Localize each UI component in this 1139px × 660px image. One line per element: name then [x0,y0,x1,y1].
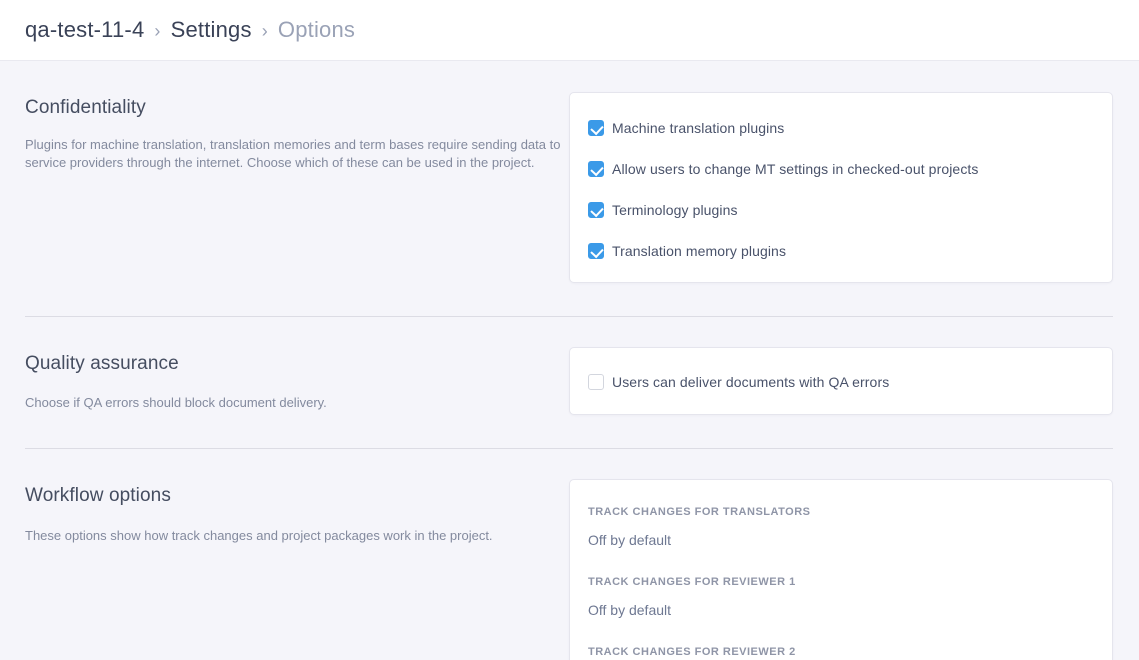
settings-content: Confidentiality Plugins for machine tran… [0,61,1139,660]
field-label: TRACK CHANGES FOR REVIEWER 2 [588,646,1094,659]
breadcrumb-separator-icon: › [154,19,160,42]
quality-assurance-card: Users can deliver documents with QA erro… [569,347,1113,415]
breadcrumb-settings-link[interactable]: Settings [171,17,252,43]
checkbox-row-mt-settings[interactable]: Allow users to change MT settings in che… [588,161,1094,177]
translation-memory-checkbox[interactable] [588,243,604,259]
checkbox-row-terminology[interactable]: Terminology plugins [588,202,1094,218]
field-value: Off by default [588,602,1094,618]
breadcrumb-project-link[interactable]: qa-test-11-4 [25,17,144,43]
section-workflow-options: Workflow options These options show how … [25,449,1113,660]
quality-assurance-description: Choose if QA errors should block documen… [25,394,569,412]
workflow-options-card: TRACK CHANGES FOR TRANSLATORS Off by def… [569,479,1113,660]
field-label: TRACK CHANGES FOR REVIEWER 1 [588,576,1094,589]
field-track-changes-translators: TRACK CHANGES FOR TRANSLATORS Off by def… [588,506,1094,548]
field-track-changes-reviewer-2: TRACK CHANGES FOR REVIEWER 2 [588,646,1094,659]
checkbox-row-qa-errors[interactable]: Users can deliver documents with QA erro… [588,374,1094,390]
section-confidentiality: Confidentiality Plugins for machine tran… [25,61,1113,283]
quality-assurance-title: Quality assurance [25,353,569,375]
confidentiality-title: Confidentiality [25,97,569,119]
field-value: Off by default [588,532,1094,548]
field-track-changes-reviewer-1: TRACK CHANGES FOR REVIEWER 1 Off by defa… [588,576,1094,618]
checkbox-label[interactable]: Terminology plugins [612,202,738,218]
checkbox-row-machine-translation[interactable]: Machine translation plugins [588,120,1094,136]
terminology-checkbox[interactable] [588,202,604,218]
workflow-options-title: Workflow options [25,485,569,507]
checkbox-label[interactable]: Allow users to change MT settings in che… [612,161,979,177]
qa-errors-checkbox[interactable] [588,374,604,390]
mt-settings-checkbox[interactable] [588,161,604,177]
checkbox-row-translation-memory[interactable]: Translation memory plugins [588,243,1094,259]
breadcrumb: qa-test-11-4 › Settings › Options [25,17,355,43]
checkbox-label[interactable]: Users can deliver documents with QA erro… [612,374,889,390]
breadcrumb-current-options: Options [278,17,355,43]
confidentiality-card: Machine translation plugins Allow users … [569,92,1113,283]
breadcrumb-separator-icon: › [262,19,268,42]
field-label: TRACK CHANGES FOR TRANSLATORS [588,506,1094,519]
workflow-options-description: These options show how track changes and… [25,527,569,545]
checkbox-label[interactable]: Translation memory plugins [612,243,786,259]
page-header: qa-test-11-4 › Settings › Options [0,0,1139,61]
checkbox-label[interactable]: Machine translation plugins [612,120,784,136]
confidentiality-description: Plugins for machine translation, transla… [25,136,569,172]
machine-translation-checkbox[interactable] [588,120,604,136]
section-quality-assurance: Quality assurance Choose if QA errors sh… [25,317,1113,415]
